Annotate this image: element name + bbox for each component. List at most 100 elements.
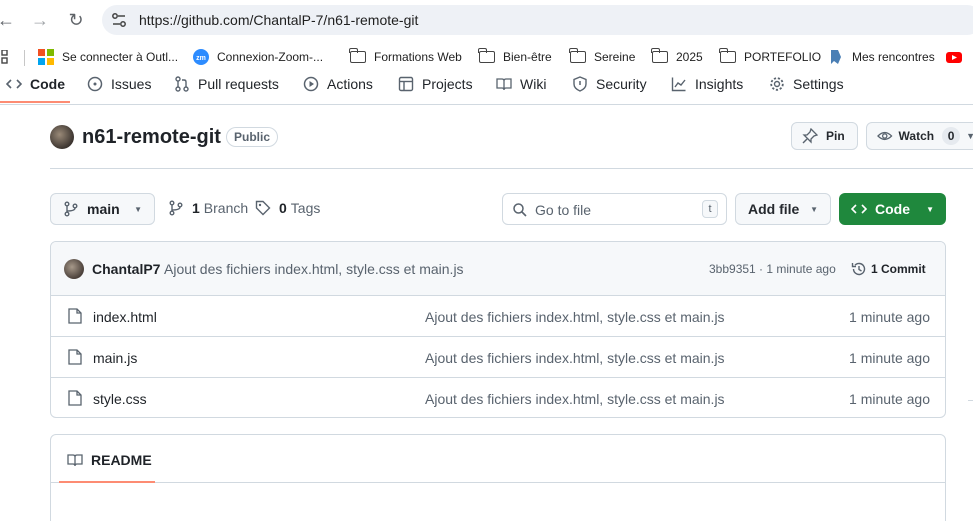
site-info-icon[interactable] [110, 11, 128, 29]
bookmark-youtube[interactable] [946, 48, 970, 66]
shield-icon [573, 76, 587, 92]
tab-label: Security [596, 76, 647, 92]
bookmark-sereine[interactable]: Sereine [569, 48, 636, 66]
file-row[interactable]: style.css Ajout des fichiers index.html,… [51, 378, 945, 417]
owner-avatar[interactable] [50, 125, 74, 149]
file-commit-message[interactable]: Ajout des fichiers index.html, style.css… [425, 391, 725, 407]
file-name[interactable]: index.html [93, 309, 157, 325]
eye-icon [877, 131, 893, 141]
bookmark-icon [831, 50, 841, 64]
tags-link[interactable]: 0 Tags [255, 200, 320, 216]
tab-actions[interactable]: Actions [303, 74, 373, 94]
branches-link[interactable]: 1 Branch [168, 200, 248, 216]
code-icon [6, 79, 22, 89]
microsoft-icon [38, 49, 54, 65]
commits-history-link[interactable]: 1 Commit [851, 261, 926, 277]
readme-panel: README [50, 434, 946, 521]
bookmark-formations-web[interactable]: Formations Web [349, 48, 462, 66]
add-file-label: Add file [748, 201, 800, 217]
branch-icon [64, 201, 78, 217]
search-icon [513, 203, 527, 217]
code-icon [851, 204, 867, 214]
bookmark-label: 2025 [676, 50, 703, 64]
address-bar[interactable]: https://github.com/ChantalP-7/n61-remote… [102, 5, 973, 35]
readme-header: README [51, 435, 945, 483]
file-row[interactable]: main.js Ajout des fichiers index.html, s… [51, 337, 945, 378]
bookmark-portefolio[interactable]: PORTEFOLIO [719, 48, 821, 66]
bookmark-zoom[interactable]: zm Connexion-Zoom-... [193, 48, 323, 66]
tab-label: Wiki [520, 76, 547, 92]
commit-author[interactable]: ChantalP7 [92, 261, 160, 277]
chevron-down-icon: ▼ [134, 204, 142, 214]
pin-button[interactable]: Pin [791, 122, 858, 150]
commit-hash-time[interactable]: 3bb9351 · 1 minute ago [709, 262, 836, 276]
tab-pull-requests[interactable]: Pull requests [174, 74, 279, 94]
file-row[interactable]: index.html Ajout des fichiers index.html… [51, 296, 945, 337]
pin-icon [802, 128, 818, 144]
branch-selector[interactable]: main ▼ [50, 193, 155, 225]
file-icon [68, 390, 82, 406]
tab-settings[interactable]: Settings [769, 74, 844, 94]
zoom-icon: zm [193, 49, 209, 65]
book-icon [496, 78, 512, 91]
tab-label: Insights [695, 76, 744, 92]
sidebar-divider [968, 400, 973, 401]
url-text[interactable]: https://github.com/ChantalP-7/n61-remote… [139, 12, 418, 28]
tab-security[interactable]: Security [572, 74, 647, 94]
bookmark-bien-etre[interactable]: Bien-être [478, 48, 552, 66]
tag-icon [255, 200, 271, 216]
watch-count: 0 [942, 127, 961, 145]
branch-name: main [87, 201, 120, 217]
watch-button[interactable]: Watch 0 ▼ [866, 122, 973, 150]
back-icon[interactable]: ← [0, 8, 18, 32]
gear-icon [770, 77, 784, 91]
code-label: Code [875, 201, 910, 217]
book-icon [67, 454, 83, 467]
folder-icon [349, 48, 366, 63]
tab-projects[interactable]: Projects [398, 74, 473, 94]
folder-icon [651, 48, 668, 63]
apps-grid-icon[interactable] [0, 48, 8, 66]
tab-issues[interactable]: Issues [87, 74, 151, 94]
youtube-icon [946, 52, 962, 63]
file-commit-message[interactable]: Ajout des fichiers index.html, style.css… [425, 309, 725, 325]
branches-label: Branch [203, 200, 249, 216]
file-updated-time: 1 minute ago [849, 391, 930, 407]
tab-insights[interactable]: Insights [671, 74, 743, 94]
tab-wiki[interactable]: Wiki [496, 74, 546, 94]
file-browser: ChantalP7 Ajout des fichiers index.html,… [50, 241, 946, 418]
bookmark-label: Bien-être [503, 50, 552, 64]
tab-code[interactable]: Code [6, 74, 65, 94]
active-tab-indicator [0, 101, 70, 103]
code-dropdown-button[interactable]: Code ▼ [839, 193, 946, 225]
repo-title[interactable]: n61-remote-git [82, 126, 221, 149]
bookmark-mes-rencontres[interactable]: Mes rencontres [828, 48, 935, 66]
author-avatar[interactable] [64, 259, 84, 279]
folder-icon [569, 48, 586, 63]
shortcut-key: t [702, 200, 718, 218]
readme-tab[interactable]: README [67, 452, 152, 468]
header-divider [50, 168, 973, 169]
add-file-button[interactable]: Add file ▼ [735, 193, 831, 225]
branches-count: 1 [192, 200, 200, 216]
bookmark-label: Mes rencontres [852, 50, 935, 64]
bookmark-label: Sereine [594, 50, 636, 64]
bookmark-label: Connexion-Zoom-... [217, 50, 324, 64]
bookmark-2025[interactable]: 2025 [651, 48, 703, 66]
forward-icon[interactable]: → [28, 8, 52, 32]
file-name[interactable]: style.css [93, 391, 147, 407]
readme-active-indicator [59, 481, 155, 483]
file-updated-time: 1 minute ago [849, 309, 930, 325]
go-to-file-input[interactable]: Go to file t [502, 193, 727, 225]
visibility-badge: Public [226, 127, 279, 147]
tab-label: Actions [327, 76, 373, 92]
file-name[interactable]: main.js [93, 350, 137, 366]
reload-icon[interactable]: ↻ [64, 8, 88, 32]
commit-message[interactable]: Ajout des fichiers index.html, style.css… [164, 261, 464, 277]
play-icon [303, 76, 319, 92]
pin-label: Pin [826, 129, 845, 143]
file-commit-message[interactable]: Ajout des fichiers index.html, style.css… [425, 350, 725, 366]
go-to-file-placeholder: Go to file [535, 202, 592, 218]
bookmark-label: Se connecter à Outl... [62, 50, 179, 64]
bookmark-outlook[interactable]: Se connecter à Outl... [38, 48, 178, 66]
